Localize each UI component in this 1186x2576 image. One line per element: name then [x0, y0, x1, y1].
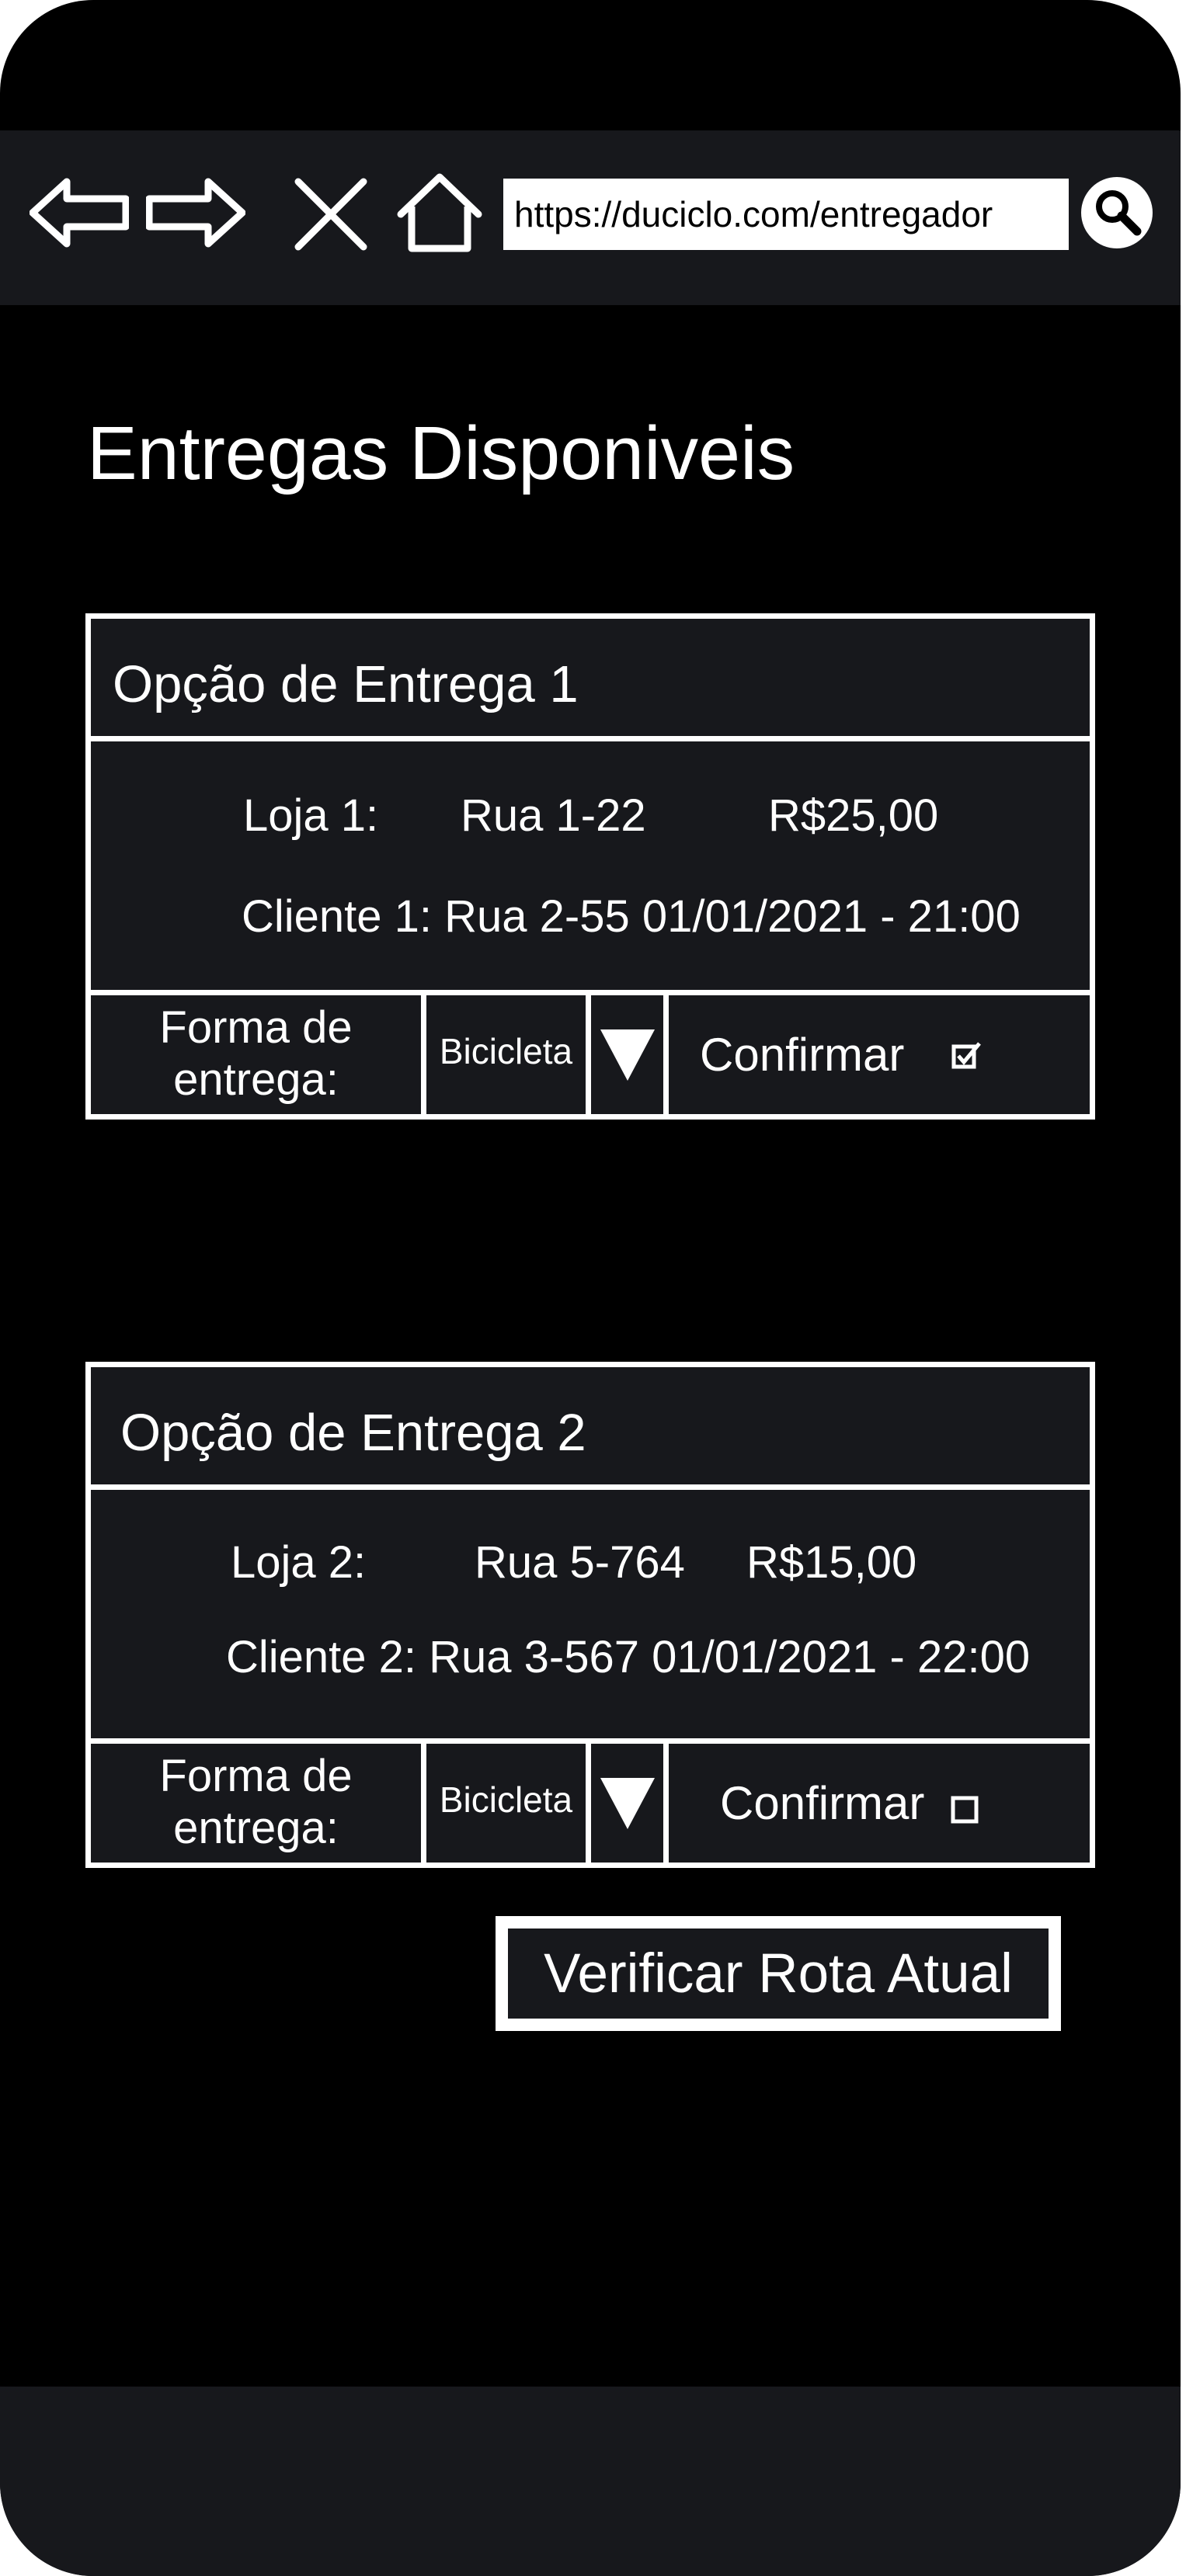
delivery-method-label: Forma de entrega:: [91, 1744, 426, 1863]
dropdown-toggle[interactable]: [591, 995, 669, 1114]
close-icon[interactable]: [294, 177, 368, 252]
store-address: Rua 5-764: [475, 1537, 685, 1588]
delivery-option-header: Opção de Entrega 1: [91, 619, 1090, 741]
delivery-price: R$15,00: [746, 1537, 917, 1588]
search-button[interactable]: [1081, 177, 1153, 248]
home-icon[interactable]: [396, 172, 483, 253]
bottom-bar: [0, 2387, 1181, 2576]
delivery-method-select[interactable]: Bicicleta: [426, 995, 591, 1114]
delivery-option-card: Opção de Entrega 2 Loja 2: Rua 5-764 R$1…: [85, 1362, 1095, 1868]
store-address: Rua 1-22: [461, 790, 646, 841]
dropdown-arrow-icon: [600, 1029, 655, 1081]
dropdown-arrow-icon: [600, 1778, 655, 1829]
confirm-label: Confirmar: [700, 1029, 905, 1081]
store-label: Loja 1:: [243, 790, 379, 841]
confirm-option[interactable]: Confirmar: [669, 1744, 1090, 1863]
delivery-option-title: Opção de Entrega 2: [120, 1404, 586, 1462]
verify-route-button[interactable]: Verificar Rota Atual: [496, 1916, 1061, 2031]
delivery-option-details: Loja 2: Rua 5-764 R$15,00 Cliente 2: Rua…: [91, 1490, 1090, 1738]
delivery-price: R$25,00: [768, 790, 939, 841]
delivery-option-card: Opção de Entrega 1 Loja 1: Rua 1-22 R$25…: [85, 613, 1095, 1120]
client-info: Cliente 2: Rua 3-567 01/01/2021 - 22:00: [226, 1632, 1031, 1682]
dropdown-toggle[interactable]: [591, 1744, 669, 1863]
checkbox-unchecked-icon[interactable]: [950, 1795, 981, 1826]
delivery-option-details: Loja 1: Rua 1-22 R$25,00 Cliente 1: Rua …: [91, 741, 1090, 990]
delivery-method-label: Forma de entrega:: [91, 995, 426, 1114]
url-field[interactable]: [503, 179, 1069, 250]
phone-frame: Entregas Disponiveis Opção de Entrega 1 …: [0, 0, 1181, 2576]
delivery-option-header: Opção de Entrega 2: [91, 1367, 1090, 1490]
delivery-method-select[interactable]: Bicicleta: [426, 1744, 591, 1863]
store-label: Loja 2:: [231, 1537, 367, 1588]
delivery-option-footer: Forma de entrega: Bicicleta Confirmar: [91, 1738, 1090, 1863]
page-title: Entregas Disponiveis: [87, 411, 795, 495]
checkbox-checked-icon[interactable]: [951, 1040, 983, 1071]
confirm-label: Confirmar: [720, 1777, 925, 1829]
search-icon: [1096, 190, 1142, 236]
confirm-option[interactable]: Confirmar: [669, 995, 1090, 1114]
back-arrow-icon[interactable]: [30, 177, 129, 248]
delivery-option-footer: Forma de entrega: Bicicleta Confirmar: [91, 990, 1090, 1114]
forward-arrow-icon[interactable]: [146, 177, 245, 248]
delivery-option-title: Opção de Entrega 1: [113, 655, 579, 713]
client-info: Cliente 1: Rua 2-55 01/01/2021 - 21:00: [242, 891, 1021, 942]
